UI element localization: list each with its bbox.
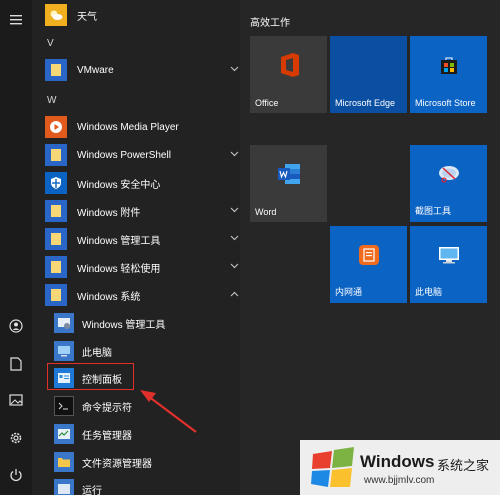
tile-label: Office — [255, 98, 279, 108]
tile-label: Microsoft Store — [415, 98, 476, 108]
tile-edge[interactable]: Microsoft Edge — [330, 36, 407, 113]
neiwangtong-icon — [358, 245, 379, 266]
tile-snipping-tool[interactable]: 截图工具 — [410, 145, 487, 222]
tile-label: Word — [255, 207, 277, 217]
this-pc-icon — [438, 247, 459, 264]
tile-label: 截图工具 — [415, 206, 452, 216]
watermark-brand: Windows — [360, 452, 435, 471]
tile-label: 内网通 — [335, 287, 363, 297]
tile-label: 此电脑 — [415, 287, 443, 297]
office-icon — [280, 53, 299, 78]
store-icon — [440, 57, 457, 75]
word-icon — [277, 164, 300, 185]
tile-word[interactable]: Word — [250, 145, 327, 222]
snipping-icon — [438, 166, 459, 183]
start-menu: 天气 V VMware W Windows Media Player Windo… — [0, 0, 500, 495]
tile-neiwangtong[interactable]: 内网通 — [330, 226, 407, 303]
tile-label: Microsoft Edge — [335, 98, 396, 108]
tile-group-title[interactable]: 高效工作 — [250, 14, 290, 29]
watermark-cn: 系统之家 — [437, 458, 490, 473]
watermark-logo: Windows 系统之家 www.bjjmlv.com — [300, 440, 500, 495]
tile-this-pc[interactable]: 此电脑 — [410, 226, 487, 303]
watermark-url: www.bjjmlv.com — [364, 475, 435, 486]
windows-flag-icon — [311, 447, 354, 487]
tile-office[interactable]: Office — [250, 36, 327, 113]
tile-store[interactable]: Microsoft Store — [410, 36, 487, 113]
